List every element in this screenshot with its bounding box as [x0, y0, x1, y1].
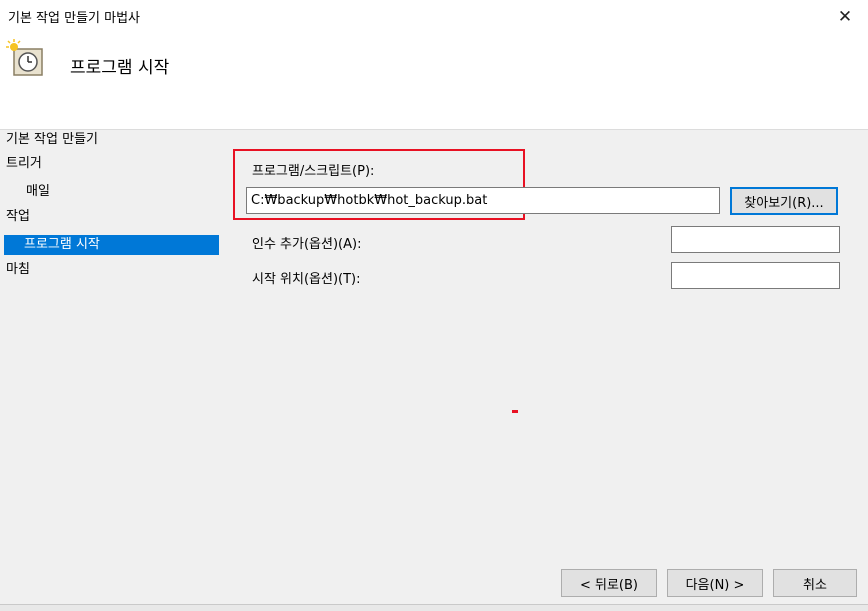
- title-bar: 기본 작업 만들기 마법사 ✕: [0, 0, 868, 33]
- step-finish[interactable]: 마침: [6, 260, 30, 280]
- program-script-label: 프로그램/스크립트(P):: [252, 164, 375, 179]
- back-button[interactable]: < 뒤로(B): [561, 569, 657, 597]
- step-daily[interactable]: 매일: [26, 182, 50, 202]
- task-clock-icon: [6, 39, 43, 76]
- browse-button[interactable]: 찾아보기(R)...: [730, 187, 838, 215]
- cancel-button[interactable]: 취소: [773, 569, 857, 597]
- step-trigger[interactable]: 트리거: [6, 154, 42, 174]
- next-button[interactable]: 다음(N) >: [667, 569, 763, 597]
- red-mark: [512, 410, 518, 413]
- program-script-input[interactable]: C:₩backup₩hotbk₩hot_backup.bat: [246, 187, 720, 214]
- close-icon: ✕: [837, 6, 853, 27]
- start-in-label: 시작 위치(옵션)(T):: [252, 272, 361, 287]
- step-create-basic-task[interactable]: 기본 작업 만들기: [6, 130, 98, 150]
- arguments-input[interactable]: [671, 226, 840, 253]
- page-title: 프로그램 시작: [70, 58, 170, 78]
- arguments-label: 인수 추가(옵션)(A):: [252, 237, 362, 252]
- window-title: 기본 작업 만들기 마법사: [8, 11, 140, 26]
- start-in-input[interactable]: [671, 262, 840, 289]
- wizard-header: 프로그램 시작: [0, 33, 868, 130]
- step-action[interactable]: 작업: [6, 207, 30, 227]
- close-button[interactable]: ✕: [822, 0, 868, 33]
- step-start-program[interactable]: 프로그램 시작: [4, 235, 219, 255]
